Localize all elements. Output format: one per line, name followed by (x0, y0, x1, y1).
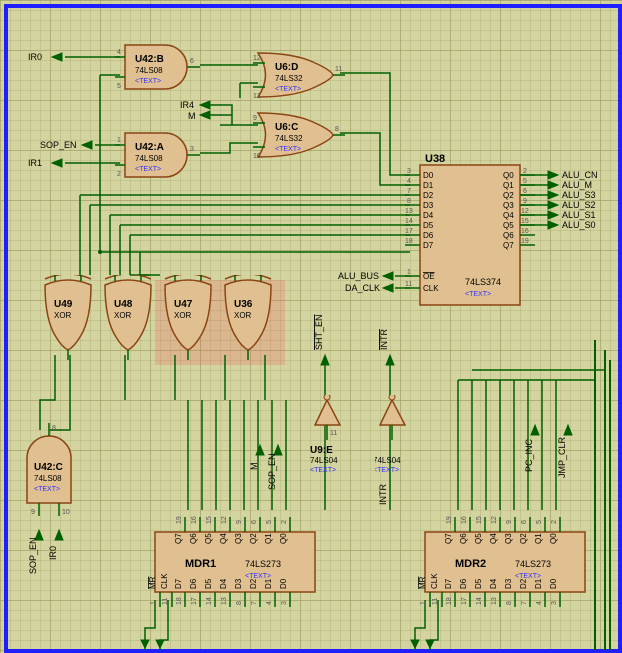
svg-text:M: M (249, 463, 259, 471)
svg-text:IR1: IR1 (28, 158, 42, 168)
svg-text:IR0: IR0 (48, 546, 58, 560)
svg-text:INTR: INTR (378, 484, 388, 505)
svg-text:ALU_S2: ALU_S2 (562, 200, 596, 210)
svg-text:M: M (188, 111, 196, 121)
svg-text:ALU_S3: ALU_S3 (562, 190, 596, 200)
svg-text:SHT_EN: SHT_EN (314, 314, 324, 350)
svg-text:DA_CLK: DA_CLK (345, 283, 380, 293)
svg-text:ALU_S0: ALU_S0 (562, 220, 596, 230)
svg-text:SOP_EN: SOP_EN (28, 537, 38, 574)
svg-text:PC_INC: PC_INC (524, 438, 534, 472)
svg-text:ALU_M: ALU_M (562, 180, 592, 190)
svg-text:SOP_EN: SOP_EN (267, 453, 277, 490)
svg-text:ALU_CN: ALU_CN (562, 170, 598, 180)
svg-text:JMP_CLR: JMP_CLR (557, 436, 567, 478)
schematic-canvas[interactable]: U42:B 74LS08 <TEXT> 4 5 6 U42:A 74LS08 <… (0, 0, 622, 653)
svg-text:INTR: INTR (379, 329, 389, 350)
svg-text:SOP_EN: SOP_EN (40, 140, 77, 150)
svg-text:IR4: IR4 (180, 100, 194, 110)
net-terminals: IR0 SOP_EN IR1 IR4 M ALU_BUS DA_CLK ALU_… (0, 0, 622, 653)
svg-text:ALU_BUS: ALU_BUS (338, 271, 379, 281)
svg-text:IR0: IR0 (28, 52, 42, 62)
svg-text:ALU_S1: ALU_S1 (562, 210, 596, 220)
